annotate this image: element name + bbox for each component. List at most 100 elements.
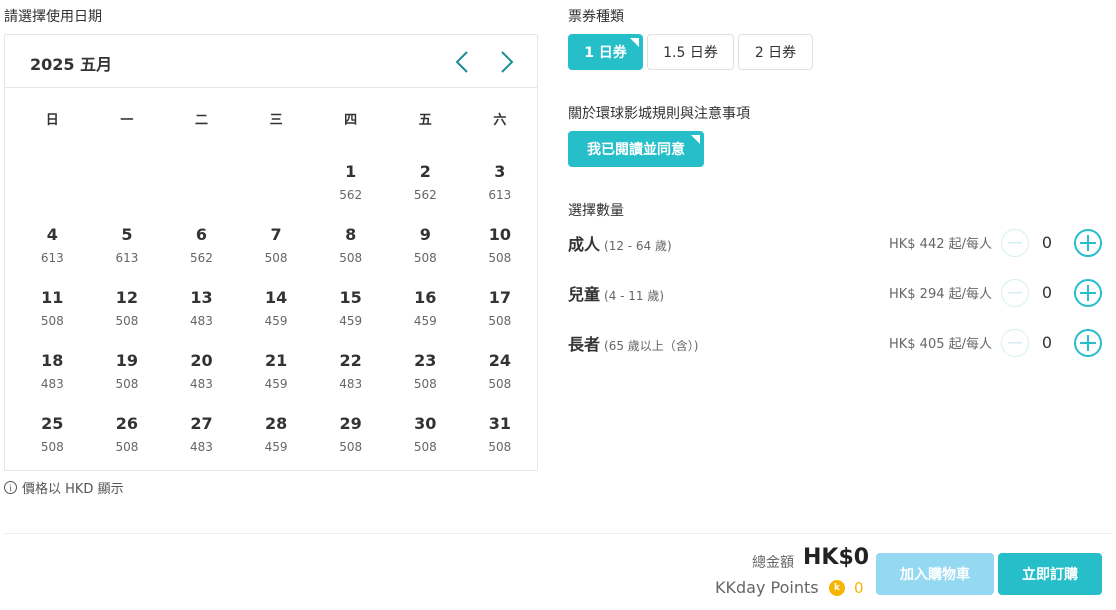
- plus-icon: [1080, 235, 1096, 251]
- day-number: 23: [414, 351, 437, 370]
- decrease-button[interactable]: [1001, 279, 1029, 307]
- calendar-day[interactable]: 19 508: [90, 348, 165, 411]
- calendar-day[interactable]: 9 508: [388, 222, 463, 285]
- decrease-button[interactable]: [1001, 329, 1029, 357]
- calendar-empty-cell: [239, 159, 314, 222]
- calendar-day[interactable]: 8 508: [313, 222, 388, 285]
- quantity-value[interactable]: 0: [1037, 333, 1057, 352]
- calendar: 2025 五月 日一二三四五六 1 562 2 562 3 613 4 613 5 613 6 562…: [4, 34, 538, 471]
- calendar-day[interactable]: 12 508: [90, 285, 165, 348]
- day-number: 10: [488, 225, 511, 244]
- next-month-button[interactable]: [494, 49, 520, 75]
- quantity-value[interactable]: 0: [1037, 233, 1057, 252]
- calendar-day[interactable]: 4 613: [15, 222, 90, 285]
- increase-button[interactable]: [1074, 279, 1102, 307]
- quantity-row: 長者 (65 歲以上（含）) HK$ 405 起/每人 0: [568, 328, 1104, 358]
- day-number: 27: [190, 414, 213, 433]
- quantity-type-name: 成人: [568, 235, 601, 254]
- calendar-day[interactable]: 30 508: [388, 411, 463, 474]
- calendar-day[interactable]: 2 562: [388, 159, 463, 222]
- day-number: 20: [190, 351, 213, 370]
- day-number: 2: [419, 162, 431, 181]
- calendar-day[interactable]: 26 508: [90, 411, 165, 474]
- quantity-label: 選擇數量: [568, 203, 624, 219]
- ticket-option-1-day[interactable]: 1 日券: [568, 34, 643, 70]
- day-number: 18: [41, 351, 64, 370]
- calendar-day[interactable]: 25 508: [15, 411, 90, 474]
- quantity-type-name: 兒童: [568, 285, 601, 304]
- calendar-day[interactable]: 7 508: [239, 222, 314, 285]
- calendar-day[interactable]: 18 483: [15, 348, 90, 411]
- weekday-label: 四: [344, 113, 358, 128]
- calendar-day[interactable]: 16 459: [388, 285, 463, 348]
- plus-icon: [1080, 335, 1096, 351]
- calendar-day[interactable]: 14 459: [239, 285, 314, 348]
- book-now-button[interactable]: 立即訂購: [998, 553, 1102, 595]
- calendar-day[interactable]: 15 459: [313, 285, 388, 348]
- increase-button[interactable]: [1074, 329, 1102, 357]
- calendar-day[interactable]: 27 483: [164, 411, 239, 474]
- day-price: 508: [40, 314, 64, 328]
- day-price: 562: [339, 188, 363, 202]
- quantity-unit-price: HK$ 294 起/每人: [888, 287, 992, 302]
- points-label: KKday Points: [715, 578, 819, 597]
- decrease-button[interactable]: [1001, 229, 1029, 257]
- day-number: 26: [115, 414, 139, 433]
- calendar-day[interactable]: 10 508: [463, 222, 538, 285]
- quantity-value[interactable]: 0: [1037, 283, 1057, 302]
- day-number: 12: [115, 288, 139, 307]
- day-price: 508: [264, 251, 288, 265]
- day-price: 613: [115, 251, 139, 265]
- total-amount: HK$0: [803, 545, 870, 570]
- footer-divider: [4, 533, 1112, 534]
- minus-icon: [1008, 242, 1022, 244]
- calendar-day[interactable]: 13 483: [164, 285, 239, 348]
- day-price: 562: [413, 188, 437, 202]
- calendar-day[interactable]: 24 508: [463, 348, 538, 411]
- points-value: 0: [854, 579, 864, 597]
- day-price: 508: [488, 440, 512, 454]
- calendar-day[interactable]: 5 613: [90, 222, 165, 285]
- day-price: 508: [413, 251, 437, 265]
- day-price: 508: [339, 440, 363, 454]
- calendar-day[interactable]: 3 613: [463, 159, 538, 222]
- day-price: 613: [40, 251, 64, 265]
- minus-icon: [1008, 342, 1022, 344]
- calendar-day[interactable]: 6 562: [164, 222, 239, 285]
- day-number: 6: [195, 225, 208, 244]
- calendar-day[interactable]: 17 508: [463, 285, 538, 348]
- day-price: 459: [264, 314, 288, 328]
- chevron-right-icon: [501, 51, 514, 73]
- day-number: 31: [488, 414, 511, 433]
- day-number: 29: [339, 414, 362, 433]
- calendar-month-title: 2025 五月: [30, 55, 113, 74]
- day-price: 508: [40, 440, 64, 454]
- add-to-cart-button[interactable]: 加入購物車: [876, 553, 994, 595]
- day-number: 28: [264, 414, 288, 433]
- calendar-day[interactable]: 22 483: [313, 348, 388, 411]
- calendar-day[interactable]: 1 562: [313, 159, 388, 222]
- calendar-day[interactable]: 23 508: [388, 348, 463, 411]
- calendar-day[interactable]: 20 483: [164, 348, 239, 411]
- quantity-type-label: 成人 (12 - 64 歲): [568, 231, 672, 255]
- day-price: 508: [413, 377, 437, 391]
- increase-button[interactable]: [1074, 229, 1102, 257]
- ticket-option-1-5-day[interactable]: 1.5 日券: [647, 34, 734, 70]
- prev-month-button[interactable]: [449, 49, 475, 75]
- plus-icon: [1080, 285, 1096, 301]
- calendar-empty-cell: [90, 159, 165, 222]
- calendar-day[interactable]: 28 459: [239, 411, 314, 474]
- kkday-coin-icon: k: [829, 580, 845, 596]
- day-price: 508: [115, 314, 139, 328]
- calendar-day[interactable]: 31 508: [463, 411, 538, 474]
- day-number: 1: [345, 162, 357, 181]
- calendar-day[interactable]: 11 508: [15, 285, 90, 348]
- ticket-option-2-day[interactable]: 2 日券: [738, 34, 813, 70]
- agree-rules-button[interactable]: 我已閱讀並同意: [568, 131, 704, 167]
- day-price: 483: [190, 377, 213, 391]
- calendar-day[interactable]: 29 508: [313, 411, 388, 474]
- calendar-day[interactable]: 21 459: [239, 348, 314, 411]
- date-section-label: 請選擇使用日期: [4, 9, 102, 25]
- day-price: 508: [413, 440, 437, 454]
- day-price: 459: [264, 440, 288, 454]
